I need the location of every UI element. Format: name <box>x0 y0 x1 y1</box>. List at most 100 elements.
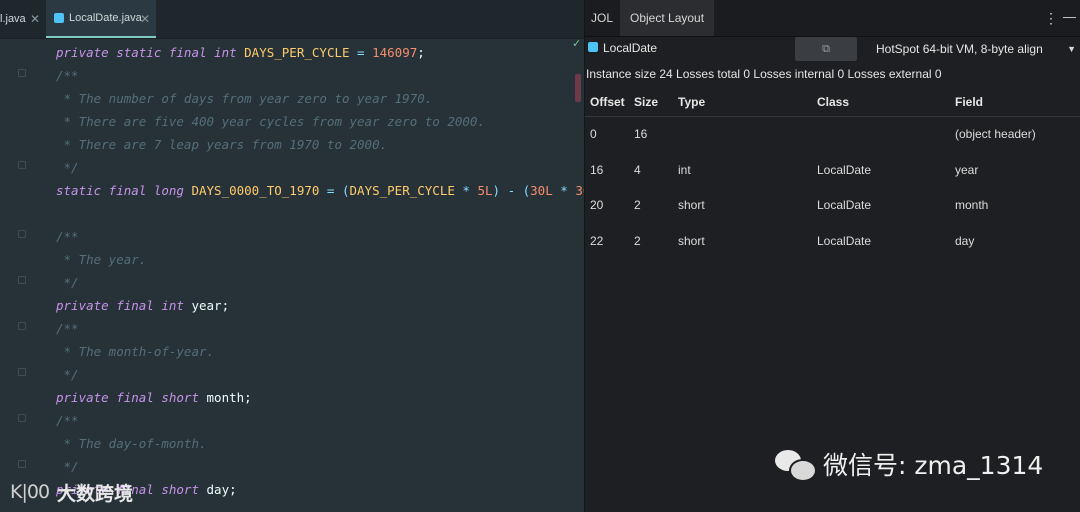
code-line[interactable]: */ <box>56 455 585 478</box>
brand-logo-icon: K|00 <box>10 481 50 503</box>
inspection-ok-icon[interactable]: ✓ <box>572 37 581 50</box>
code-line[interactable]: * The month-of-year. <box>56 340 585 363</box>
code-line[interactable]: * The day-of-month. <box>56 432 585 455</box>
copy-button[interactable]: ⧉ <box>795 37 857 61</box>
fold-marker-icon[interactable] <box>18 230 26 238</box>
fold-marker-icon[interactable] <box>18 368 26 376</box>
code-line[interactable]: * There are 7 leap years from 1970 to 20… <box>56 133 585 156</box>
cell-type: short <box>678 198 705 212</box>
table-row[interactable]: 20 2 short LocalDate month <box>585 188 1080 224</box>
class-name: LocalDate <box>603 41 658 55</box>
cell-class: LocalDate <box>817 162 872 177</box>
code-line[interactable]: * The number of days from year zero to y… <box>56 87 585 110</box>
column-header-field[interactable]: Field <box>955 95 983 109</box>
fold-marker-icon[interactable] <box>18 414 26 422</box>
code-line[interactable]: */ <box>56 363 585 386</box>
table-row[interactable]: 16 4 int LocalDate year <box>585 153 1080 189</box>
code-token: * There are 7 leap years from 1970 to 20… <box>56 137 388 152</box>
cell-offset: 0 <box>590 127 597 141</box>
wechat-watermark: 微信号: zma_1314 <box>775 446 1043 482</box>
code-line[interactable]: private final int year; <box>56 294 585 317</box>
code-line[interactable]: private final short day; <box>56 478 585 501</box>
code-token: 30L <box>530 183 553 198</box>
code-line[interactable]: * There are five 400 year cycles from ye… <box>56 110 585 133</box>
cell-offset: 22 <box>590 233 604 248</box>
code-line[interactable]: static final long DAYS_0000_TO_1970 = (D… <box>56 179 585 202</box>
code-token: */ <box>56 275 79 290</box>
fold-marker-icon[interactable] <box>18 322 26 330</box>
code-line[interactable]: /** <box>56 409 585 432</box>
code-line[interactable]: private final short month; <box>56 386 585 409</box>
code-token: ; <box>221 298 230 313</box>
cell-size: 4 <box>634 162 641 177</box>
code-token: ) - ( <box>492 183 531 198</box>
cell-field: day <box>955 233 975 248</box>
brand-text: 大数跨境 <box>57 482 134 505</box>
code-token: * The year. <box>56 252 147 267</box>
code-token: ; <box>229 482 237 497</box>
cell-type: short <box>678 233 705 248</box>
cell-field: year <box>955 162 979 177</box>
code-token: /** <box>56 68 79 83</box>
cell-class: LocalDate <box>817 233 872 248</box>
code-token: * <box>552 183 576 198</box>
code-line[interactable]: /** <box>56 225 585 248</box>
column-header-offset[interactable]: Offset <box>590 95 625 109</box>
code-editor[interactable]: l.java ✕ LocalDate.java ✕ private static… <box>0 0 585 512</box>
fold-marker-icon[interactable] <box>18 460 26 468</box>
class-icon <box>588 42 598 52</box>
code-line[interactable]: */ <box>56 156 585 179</box>
tab-previous-file[interactable]: l.java ✕ <box>0 0 46 38</box>
code-token: * There are five 400 year cycles from ye… <box>56 114 485 129</box>
line-gutter[interactable] <box>0 39 42 512</box>
tab-object-layout[interactable]: Object Layout <box>620 0 715 36</box>
code-content[interactable]: private static final int DAYS_PER_CYCLE … <box>56 41 585 501</box>
chevron-down-icon[interactable]: ▼ <box>1067 37 1076 61</box>
layout-toolbar: LocalDate ⧉ HotSpot 64-bit VM, 8-byte al… <box>585 37 1080 63</box>
close-icon[interactable]: ✕ <box>30 12 40 26</box>
fold-marker-icon[interactable] <box>18 69 26 77</box>
cell-field: month <box>955 198 989 212</box>
code-token: * The month-of-year. <box>56 344 215 359</box>
minimize-icon[interactable]: — <box>1063 0 1076 34</box>
code-token: static final long <box>56 183 192 198</box>
vm-mode-select[interactable]: HotSpot 64-bit VM, 8-byte align ▼ <box>869 37 1080 61</box>
table-header: Offset Size Type Class Field <box>585 90 1080 117</box>
cell-class: LocalDate <box>817 198 872 212</box>
fold-marker-icon[interactable] <box>18 276 26 284</box>
cell-size: 2 <box>634 233 641 248</box>
column-header-type[interactable]: Type <box>678 95 705 109</box>
code-line[interactable]: /** <box>56 317 585 340</box>
code-line[interactable]: /** <box>56 64 585 87</box>
close-icon[interactable]: ✕ <box>140 12 150 26</box>
column-header-class[interactable]: Class <box>817 95 849 109</box>
more-options-icon[interactable]: ⋮ <box>1044 0 1058 36</box>
table-row[interactable]: 22 2 short LocalDate day <box>585 224 1080 260</box>
code-token: DAYS_PER_CYCLE <box>244 45 350 60</box>
scrollbar-marker[interactable] <box>575 74 581 102</box>
code-token: private static final int <box>56 45 245 60</box>
code-line[interactable]: */ <box>56 271 585 294</box>
panel-tab-bar: JOL Object Layout ⋮ — <box>585 0 1080 37</box>
wechat-id-text: 微信号: zma_1314 <box>823 451 1044 480</box>
code-token: ; <box>244 390 252 405</box>
cell-size: 16 <box>634 127 648 141</box>
code-token: * The day-of-month. <box>56 436 207 451</box>
jol-panel: JOL Object Layout ⋮ — LocalDate ⧉ HotSpo… <box>585 0 1080 512</box>
tab-jol[interactable]: JOL <box>591 0 613 36</box>
column-header-size[interactable]: Size <box>634 95 658 109</box>
code-token: year <box>191 298 222 313</box>
code-token: 146097 <box>372 45 418 60</box>
tab-localdate-java[interactable]: LocalDate.java ✕ <box>46 0 156 38</box>
code-line[interactable]: private static final int DAYS_PER_CYCLE … <box>56 41 585 64</box>
code-line[interactable] <box>56 202 585 225</box>
code-line[interactable]: * The year. <box>56 248 585 271</box>
table-row[interactable]: 0 16 (object header) <box>585 117 1080 153</box>
fold-marker-icon[interactable] <box>18 161 26 169</box>
brand-watermark: K|00 大数跨境 <box>10 476 133 508</box>
code-token: */ <box>56 367 79 382</box>
code-token: 5L <box>477 183 493 198</box>
code-token: * <box>454 183 478 198</box>
wechat-icon <box>775 448 817 482</box>
cell-type: int <box>678 162 691 177</box>
